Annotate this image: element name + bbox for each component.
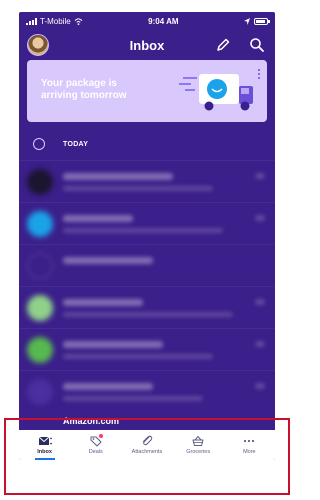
signal-icon <box>26 17 37 25</box>
status-bar: T-Mobile 9:04 AM <box>19 12 275 30</box>
avatar[interactable] <box>27 34 49 56</box>
list-item[interactable] <box>19 244 275 286</box>
app-header: Inbox <box>19 30 275 60</box>
sender-avatar <box>27 379 53 405</box>
sender-avatar <box>27 337 53 363</box>
battery-icon <box>253 17 270 25</box>
pencil-icon[interactable] <box>215 37 231 53</box>
wifi-icon <box>74 17 83 25</box>
list-item[interactable] <box>19 202 275 244</box>
section-label: TODAY <box>63 140 89 148</box>
page-title: Inbox <box>129 37 165 53</box>
search-icon[interactable] <box>249 37 265 53</box>
banner-text: Your package is arriving tomorrow <box>41 78 127 101</box>
package-banner[interactable]: Your package is arriving tomorrow <box>27 60 267 122</box>
carrier-name: T-Mobile <box>40 16 71 26</box>
annotation-highlight-box <box>4 418 290 495</box>
status-time: 9:04 AM <box>148 16 179 26</box>
sender-avatar <box>27 253 53 279</box>
list-item[interactable] <box>19 160 275 202</box>
sender-avatar <box>27 211 53 237</box>
section-header-today: TODAY <box>19 134 275 154</box>
message-list <box>19 160 275 412</box>
phone-screen: T-Mobile 9:04 AM Inbox Your package is a… <box>19 12 275 460</box>
delivery-truck-icon <box>179 69 260 111</box>
sender-avatar <box>27 295 53 321</box>
list-item[interactable] <box>19 370 275 412</box>
list-item[interactable] <box>19 286 275 328</box>
location-icon <box>243 17 250 25</box>
select-all-radio[interactable] <box>33 138 45 150</box>
sender-avatar <box>27 169 53 195</box>
list-item[interactable] <box>19 328 275 370</box>
